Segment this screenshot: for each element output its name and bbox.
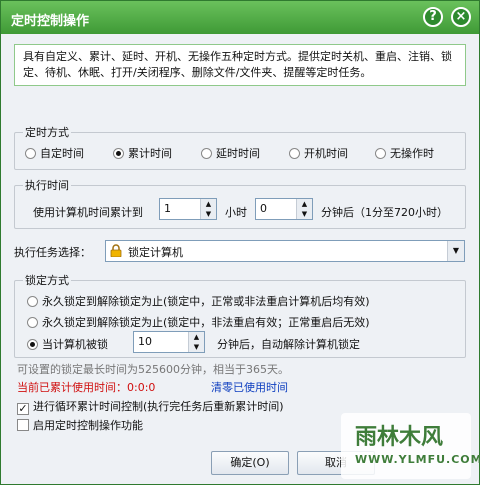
timing-option-label: 延时时间 [216, 147, 260, 160]
execute-time-legend: 执行时间 [25, 179, 69, 192]
spin-up-icon[interactable]: ▲ [189, 332, 204, 342]
lock-minutes-value: 10 [138, 335, 152, 348]
lock-option-permanent-all[interactable]: 永久锁定到解除锁定为止(锁定中，正常或非法重启计算机后均有效) [27, 293, 370, 309]
minutes-stepper[interactable]: 0 ▲ ▼ [255, 198, 313, 220]
lock-option-3-suffix: 分钟后，自动解除计算机锁定 [217, 338, 360, 351]
task-selected-value: 锁定计算机 [128, 246, 183, 259]
watermark-name: 雨林木风 [355, 425, 444, 450]
help-icon[interactable]: ? [423, 7, 443, 27]
minutes-value: 0 [260, 202, 267, 215]
spin-up-icon[interactable]: ▲ [297, 199, 312, 209]
chevron-down-icon[interactable]: ▼ [447, 241, 464, 261]
spin-down-icon[interactable]: ▼ [189, 342, 204, 352]
spin-down-icon[interactable]: ▼ [297, 209, 312, 219]
timing-option[interactable]: 无操作时 [375, 145, 434, 161]
current-usage-text: 当前已累计使用时间：0:0:0 [17, 381, 156, 394]
window-title: 定时控制操作 [11, 14, 90, 29]
execute-time-suffix: 分钟后（1分至720小时） [321, 206, 448, 219]
radio-icon[interactable] [375, 148, 386, 159]
info-note: 可设置的锁定最长时间为525600分钟，相当于365天。 [17, 363, 289, 376]
timing-option[interactable]: 延时时间 [201, 145, 260, 161]
lock-option-3-prefix: 当计算机被锁 [42, 338, 108, 351]
timing-option-label: 开机时间 [304, 147, 348, 160]
checkbox-icon[interactable] [17, 419, 29, 431]
timing-option[interactable]: 自定时间 [25, 145, 84, 161]
timing-option-label: 无操作时 [390, 147, 434, 160]
radio-selected-icon[interactable] [113, 148, 124, 159]
task-label: 执行任务选择： [14, 246, 91, 259]
lock-mode-legend: 锁定方式 [25, 274, 69, 287]
reset-usage-link[interactable]: 清零已使用时间 [211, 379, 288, 395]
ok-button[interactable]: 确定(O) [211, 451, 289, 475]
timing-option-label: 累计时间 [128, 147, 172, 160]
execute-time-group: 执行时间 [14, 177, 466, 229]
hours-unit: 小时 [225, 206, 247, 219]
timing-mode-legend: 定时方式 [25, 126, 69, 139]
lock-option-permanent-illegal[interactable]: 永久锁定到解除锁定为止(锁定中，非法重启有效；正常重启后无效) [27, 314, 370, 330]
execute-time-prefix: 使用计算机时间累计到 [33, 206, 143, 219]
enable-checkbox-label: 启用定时控制操作功能 [33, 419, 143, 432]
loop-checkbox[interactable]: ✓ 进行循环累计时间控制(执行完任务后重新累计时间) [17, 398, 284, 415]
enable-checkbox[interactable]: 启用定时控制操作功能 [17, 417, 143, 433]
timing-option-label: 自定时间 [40, 147, 84, 160]
lock-option-2-label: 永久锁定到解除锁定为止(锁定中，非法重启有效；正常重启后无效) [42, 316, 370, 329]
title-bar[interactable]: 定时控制操作 ? × [1, 1, 479, 34]
close-icon[interactable]: × [451, 7, 471, 27]
hours-value: 1 [164, 202, 171, 215]
radio-icon[interactable] [289, 148, 300, 159]
watermark-logo: 雨林木风 WWW.YLMFU.COM [341, 413, 480, 479]
checkbox-checked-icon[interactable]: ✓ [17, 403, 29, 415]
radio-icon[interactable] [27, 317, 38, 328]
spin-up-icon[interactable]: ▲ [201, 199, 216, 209]
lock-option-1-label: 永久锁定到解除锁定为止(锁定中，正常或非法重启计算机后均有效) [42, 295, 370, 308]
lock-icon [110, 244, 122, 257]
lock-minutes-stepper[interactable]: 10 ▲ ▼ [133, 331, 205, 353]
spin-down-icon[interactable]: ▼ [201, 209, 216, 219]
radio-icon[interactable] [27, 296, 38, 307]
dialog-window: 定时控制操作 ? × 具有自定义、累计、延时、开机、无操作五种定时方式。提供定时… [0, 0, 480, 485]
task-select[interactable]: 锁定计算机 ▼ [105, 240, 465, 262]
radio-icon[interactable] [201, 148, 212, 159]
hours-stepper[interactable]: 1 ▲ ▼ [159, 198, 217, 220]
radio-selected-icon[interactable] [27, 339, 38, 350]
radio-icon[interactable] [25, 148, 36, 159]
description-box: 具有自定义、累计、延时、开机、无操作五种定时方式。提供定时关机、重启、注销、锁定… [14, 44, 466, 86]
loop-checkbox-label: 进行循环累计时间控制(执行完任务后重新累计时间) [33, 400, 284, 413]
timing-option[interactable]: 累计时间 [113, 145, 172, 161]
lock-option-timed[interactable]: 当计算机被锁 [27, 336, 108, 352]
watermark-url: WWW.YLMFU.COM [355, 453, 480, 466]
timing-option[interactable]: 开机时间 [289, 145, 348, 161]
